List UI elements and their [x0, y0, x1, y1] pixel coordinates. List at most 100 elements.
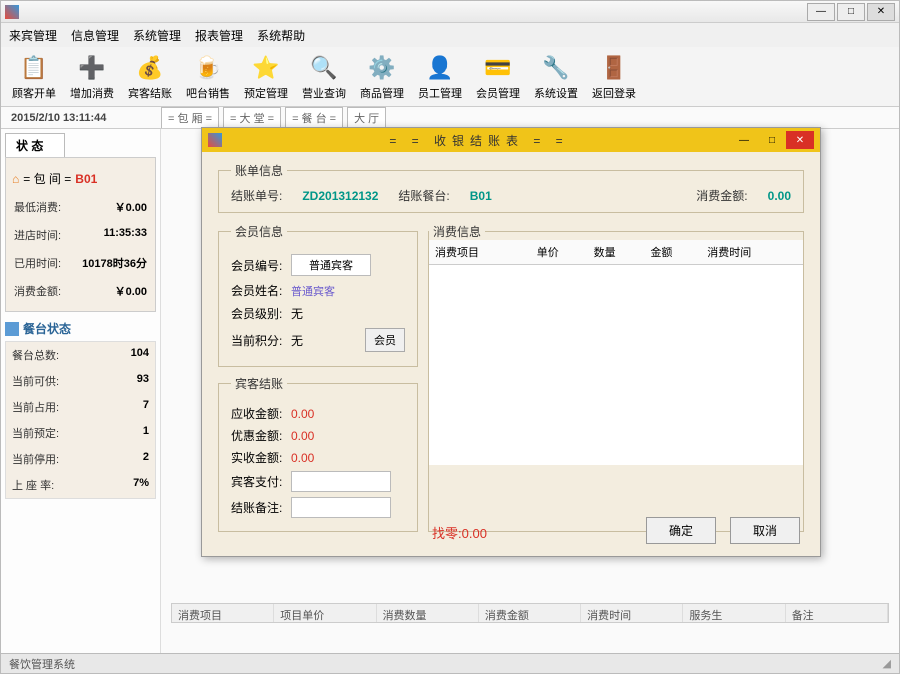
bill-num-label: 结账单号:	[231, 187, 282, 204]
cancel-button[interactable]: 取消	[730, 517, 800, 544]
stat-row: 当前占用:7	[6, 394, 155, 420]
checkout-button[interactable]: 💰宾客结账	[123, 50, 177, 104]
menubar: 来宾管理信息管理系统管理报表管理系统帮助	[1, 23, 899, 47]
pay-input[interactable]	[291, 471, 391, 492]
col-header: 消费项目	[172, 604, 274, 622]
consume-table-header: 消费项目单价数量金额消费时间	[429, 240, 803, 265]
member-points: 无	[291, 332, 303, 349]
dialog-maximize-button[interactable]: □	[758, 131, 786, 149]
col-header: 消费数量	[377, 604, 479, 622]
reservation-icon: ⭐	[251, 53, 281, 83]
settings-button[interactable]: 🔧系统设置	[529, 50, 583, 104]
bill-info-group: 账单信息 结账单号: ZD201312132 结账餐台: B01 消费金额: 0…	[218, 162, 804, 213]
settings-icon: 🔧	[541, 53, 571, 83]
menu-item[interactable]: 报表管理	[195, 27, 243, 44]
actual-amount: 0.00	[291, 451, 314, 465]
room-tab[interactable]: = 大 堂 =	[223, 107, 281, 128]
reservation-button[interactable]: ⭐预定管理	[239, 50, 293, 104]
home-icon: ⌂	[12, 172, 19, 186]
close-button[interactable]: ✕	[867, 3, 895, 21]
member-button[interactable]: 会员	[365, 328, 405, 352]
consume-col: 单价	[531, 240, 588, 264]
sidebar: 状 态 ⌂ = 包 间 = B01 最低消费:￥0.00进店时间:11:35:3…	[1, 129, 161, 653]
bottom-table-header: 消费项目项目单价消费数量消费金额消费时间服务生备注	[171, 603, 889, 623]
status-row: 已用时间:10178时36分	[12, 249, 149, 277]
minimize-button[interactable]: —	[807, 3, 835, 21]
resize-grip-icon[interactable]: ◢	[883, 657, 891, 670]
member-info-group: 会员信息 会员编号:普通宾客 会员姓名:普通宾客 会员级别:无 当前积分:无 会…	[218, 223, 418, 367]
stat-row: 当前停用:2	[6, 446, 155, 472]
titlebar: — □ ✕	[1, 1, 899, 23]
add-consume-icon: ➕	[77, 53, 107, 83]
room-tab[interactable]: 大 厅	[347, 107, 386, 128]
menu-item[interactable]: 来宾管理	[9, 27, 57, 44]
menu-item[interactable]: 信息管理	[71, 27, 119, 44]
member-mgmt-button[interactable]: 💳会员管理	[471, 50, 525, 104]
status-row: 进店时间:11:35:33	[12, 221, 149, 249]
status-box: ⌂ = 包 间 = B01 最低消费:￥0.00进店时间:11:35:33已用时…	[5, 157, 156, 312]
room-tab[interactable]: = 包 厢 =	[161, 107, 219, 128]
room-prefix: = 包 间 =	[23, 170, 71, 187]
bill-amt-label: 消费金额:	[696, 187, 747, 204]
stat-row: 餐台总数:104	[6, 342, 155, 368]
bar-sale-button[interactable]: 🍺吧台销售	[181, 50, 235, 104]
col-header: 消费时间	[581, 604, 683, 622]
change-row: 找零:0.00	[432, 523, 487, 542]
app-icon	[5, 5, 19, 19]
col-header: 备注	[786, 604, 888, 622]
status-tab[interactable]: 状 态	[5, 133, 65, 157]
menu-item[interactable]: 系统帮助	[257, 27, 305, 44]
member-num-field[interactable]: 普通宾客	[291, 254, 371, 276]
room-tab[interactable]: = 餐 台 =	[285, 107, 343, 128]
datetime-label: 2015/2/10 13:11:44	[1, 112, 161, 124]
consume-info-group: 消费信息 消费项目单价数量金额消费时间	[428, 223, 804, 532]
member-name: 普通宾客	[291, 283, 335, 299]
discount-amount: 0.00	[291, 429, 314, 443]
statusbar: 餐饮管理系统 ◢	[1, 653, 899, 673]
room-header: ⌂ = 包 间 = B01	[12, 170, 149, 187]
dialog-minimize-button[interactable]: —	[730, 131, 758, 149]
logout-icon: 🚪	[599, 53, 629, 83]
goods-mgmt-button[interactable]: ⚙️商品管理	[355, 50, 409, 104]
status-row: 最低消费:￥0.00	[12, 193, 149, 221]
bill-table: B01	[470, 189, 492, 203]
consume-legend: 消费信息	[429, 223, 485, 240]
status-row: 消费金额:￥0.00	[12, 277, 149, 305]
dialog-icon	[208, 133, 222, 147]
checkout-group: 宾客结账 应收金额:0.00 优惠金额:0.00 实收金额:0.00 宾客支付:…	[218, 375, 418, 532]
goods-mgmt-icon: ⚙️	[367, 53, 397, 83]
stat-row: 上 座 率:7%	[6, 472, 155, 498]
new-order-icon: 📋	[19, 53, 49, 83]
bill-num: ZD201312132	[302, 189, 378, 203]
checkout-legend: 宾客结账	[231, 375, 287, 392]
bar-sale-icon: 🍺	[193, 53, 223, 83]
consume-col: 数量	[588, 240, 645, 264]
member-legend: 会员信息	[231, 223, 287, 240]
dialog-titlebar[interactable]: = = 收银结账表 = = — □ ✕	[202, 128, 820, 152]
change-amount: 0.00	[462, 526, 487, 541]
stat-row: 当前可供:93	[6, 368, 155, 394]
checkout-icon: 💰	[135, 53, 165, 83]
add-consume-button[interactable]: ➕增加消费	[65, 50, 119, 104]
staff-mgmt-icon: 👤	[425, 53, 455, 83]
dialog-title: = = 收银结账表 = =	[228, 132, 730, 149]
consume-col: 消费项目	[429, 240, 531, 264]
consume-col: 金额	[644, 240, 701, 264]
bill-table-label: 结账餐台:	[398, 187, 449, 204]
col-header: 服务生	[683, 604, 785, 622]
dialog-close-button[interactable]: ✕	[786, 131, 814, 149]
col-header: 项目单价	[274, 604, 376, 622]
member-level: 无	[291, 305, 303, 322]
remark-input[interactable]	[291, 497, 391, 518]
checkout-dialog: = = 收银结账表 = = — □ ✕ 账单信息 结账单号: ZD2013121…	[201, 127, 821, 557]
business-query-button[interactable]: 🔍营业查询	[297, 50, 351, 104]
staff-mgmt-button[interactable]: 👤员工管理	[413, 50, 467, 104]
menu-item[interactable]: 系统管理	[133, 27, 181, 44]
stat-row: 当前预定:1	[6, 420, 155, 446]
maximize-button[interactable]: □	[837, 3, 865, 21]
statusbar-text: 餐饮管理系统	[9, 656, 75, 672]
logout-button[interactable]: 🚪返回登录	[587, 50, 641, 104]
consume-table-body[interactable]	[429, 265, 803, 465]
new-order-button[interactable]: 📋顾客开单	[7, 50, 61, 104]
ok-button[interactable]: 确定	[646, 517, 716, 544]
